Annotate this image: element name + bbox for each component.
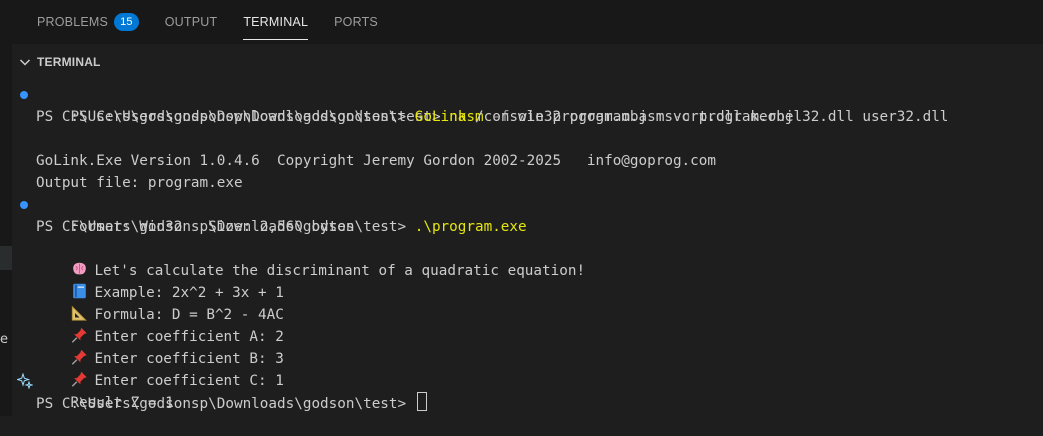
- tab-output[interactable]: OUTPUT: [165, 0, 218, 44]
- prompt: PS C:\Users\godsonsp\Downloads\godson\te…: [36, 396, 415, 412]
- terminal-line: PS C:\Users\godsonsp\Downloads\godson\te…: [12, 106, 1043, 128]
- tab-ports[interactable]: PORTS: [334, 0, 378, 44]
- terminal-line: GoLink.Exe Version 1.0.4.6 Copyright Jer…: [12, 150, 1043, 172]
- output-file-text: Output file: program.exe: [36, 175, 243, 191]
- terminal-line: Formula: D = B^2 - 4AC: [12, 282, 1043, 323]
- prompt: PS C:\Users\godsonsp\Downloads\godson\te…: [36, 219, 415, 235]
- terminal-section-header[interactable]: TERMINAL: [12, 50, 1043, 74]
- problems-count-badge: 15: [114, 13, 139, 31]
- section-header-label: TERMINAL: [37, 55, 101, 69]
- prompt: PS C:\Users\godsonsp\Downloads\godson\te…: [36, 109, 415, 125]
- tab-terminal-label: TERMINAL: [243, 15, 309, 29]
- chevron-down-icon: [19, 59, 31, 66]
- command-name: .\program.exe: [414, 219, 527, 235]
- command-decoration-dot[interactable]: [20, 91, 28, 99]
- tab-problems[interactable]: PROBLEMS 15: [37, 0, 139, 44]
- terminal-line: PS C:\Users\godsonsp\Downloads\godson\te…: [12, 216, 1043, 238]
- command-name: GoLink: [414, 109, 467, 125]
- panel-tabs: PROBLEMS 15 OUTPUT TERMINAL PORTS: [12, 0, 1043, 44]
- terminal-line: Result Z = 1: [12, 370, 1043, 411]
- terminal-line: Format: Win32 Size: 2,560 bytes: [12, 194, 1043, 235]
- tab-ports-label: PORTS: [334, 15, 378, 29]
- golink-version-text: GoLink.Exe Version 1.0.4.6 Copyright Jer…: [36, 153, 716, 169]
- sparkle-icon[interactable]: [17, 373, 33, 389]
- command-decoration-dot[interactable]: [20, 201, 28, 209]
- terminal-line: Enter coefficient A: 2: [12, 304, 1043, 345]
- command-args: /console program.obj msvcrt.dll kernel32…: [466, 109, 949, 125]
- terminal-line: PS C:\Users\godsonsp\Downloads\godson\te…: [12, 84, 1043, 125]
- terminal-cursor[interactable]: [416, 392, 427, 411]
- terminal-line: PS C:\Users\godsonsp\Downloads\godson\te…: [12, 392, 1043, 414]
- tab-terminal[interactable]: TERMINAL: [243, 0, 308, 44]
- tab-problems-label: PROBLEMS: [37, 15, 109, 29]
- editor-left-strip: e: [0, 0, 12, 416]
- terminal-output[interactable]: PS C:\Users\godsonsp\Downloads\godson\te…: [12, 84, 1043, 416]
- editor-highlight: [0, 246, 12, 270]
- terminal-line: Output file: program.exe: [12, 172, 1043, 194]
- terminal-line: Enter coefficient C: 1: [12, 348, 1043, 389]
- terminal-line: Enter coefficient B: 3: [12, 326, 1043, 367]
- terminal-line: Let's calculate the discriminant of a qu…: [12, 238, 1043, 279]
- terminal-line: Example: 2x^2 + 3x + 1: [12, 260, 1043, 301]
- tab-output-label: OUTPUT: [164, 15, 218, 29]
- truncated-editor-text: e: [0, 332, 8, 347]
